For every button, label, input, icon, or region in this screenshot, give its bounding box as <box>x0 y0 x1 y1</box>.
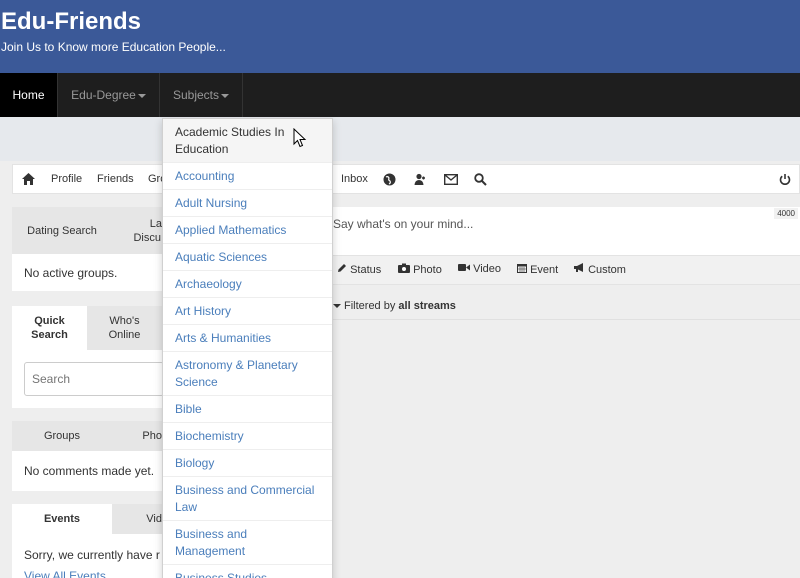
no-comments-text: No comments made yet. <box>24 464 155 478</box>
events-panel: Sorry, we currently have r View All Even… <box>12 534 162 578</box>
post-type-event-label: Event <box>530 264 559 276</box>
view-all-events-link[interactable]: View All Events <box>24 569 106 578</box>
nav-subjects-label: Subjects <box>172 88 220 102</box>
tab-latest-discussions[interactable]: Lat Discu <box>112 207 165 254</box>
pencil-icon <box>338 264 346 272</box>
comments-panel: No comments made yet. <box>12 451 162 491</box>
dropdown-item-12[interactable]: Business and Commercial Law <box>163 477 332 521</box>
dropdown-item-13[interactable]: Business and Management <box>163 521 332 565</box>
dropdown-item-10[interactable]: Biochemistry <box>163 423 332 450</box>
tab-whos-online[interactable]: Who's Online <box>87 306 162 350</box>
tab-whos-label-1: Who's <box>109 315 140 327</box>
caret-down-icon <box>221 93 230 98</box>
tab-quick-label-1: Quick <box>34 315 65 327</box>
post-type-photo[interactable]: Photo <box>398 263 442 276</box>
post-type-custom[interactable]: Custom <box>574 263 626 276</box>
tab-videos[interactable]: Vid <box>112 504 162 534</box>
status-input-box[interactable]: Say what's on your mind... 4000 <box>333 207 800 255</box>
dropdown-item-2[interactable]: Adult Nursing <box>163 190 332 217</box>
widget-tabs-groups: Groups Pho <box>12 421 162 451</box>
toolbar-friends[interactable]: Friends <box>97 165 134 193</box>
tab-photos[interactable]: Pho <box>112 421 162 451</box>
groups-panel: No active groups. <box>12 254 162 291</box>
sub-band <box>0 117 800 161</box>
dropdown-item-3[interactable]: Applied Mathematics <box>163 217 332 244</box>
globe-icon[interactable] <box>383 165 396 193</box>
divider <box>333 319 800 320</box>
tab-dating-search[interactable]: Dating Search <box>12 207 112 254</box>
status-placeholder: Say what's on your mind... <box>333 217 474 231</box>
widget-tabs-search: Quick Search Who's Online <box>12 306 162 350</box>
char-counter: 4000 <box>774 208 798 219</box>
events-empty-text: Sorry, we currently have r <box>24 548 160 562</box>
caret-down-icon <box>333 304 341 309</box>
site-header: Edu-Friends Join Us to Know more Educati… <box>0 0 800 73</box>
filter-value: all streams <box>398 300 456 312</box>
nav-edu-degree[interactable]: Edu-Degree <box>58 73 160 117</box>
dropdown-item-8[interactable]: Astronomy & Planetary Science <box>163 352 332 396</box>
toolbar-profile[interactable]: Profile <box>51 165 82 193</box>
dropdown-item-11[interactable]: Biology <box>163 450 332 477</box>
site-subtitle: Join Us to Know more Education People... <box>1 40 226 54</box>
no-groups-text: No active groups. <box>24 266 118 280</box>
dropdown-item-4[interactable]: Aquatic Sciences <box>163 244 332 271</box>
widget-tabs-dating: Dating Search Lat Discu <box>12 207 165 254</box>
site-title[interactable]: Edu-Friends <box>1 8 141 36</box>
dropdown-item-14[interactable]: Business Studies <box>163 565 332 578</box>
post-type-photo-label: Photo <box>413 264 442 276</box>
bullhorn-icon <box>574 263 583 272</box>
dropdown-item-6[interactable]: Art History <box>163 298 332 325</box>
post-type-video[interactable]: Video <box>458 263 501 275</box>
post-type-status[interactable]: Status <box>337 263 381 276</box>
post-type-event[interactable]: Event <box>517 263 558 276</box>
post-type-status-label: Status <box>350 264 382 276</box>
caret-down-icon <box>137 93 146 98</box>
post-type-video-label: Video <box>473 263 501 275</box>
tab-quick-search[interactable]: Quick Search <box>12 306 87 350</box>
dropdown-item-5[interactable]: Archaeology <box>163 271 332 298</box>
dropdown-item-7[interactable]: Arts & Humanities <box>163 325 332 352</box>
stream-filter[interactable]: Filtered by all streams <box>333 300 456 312</box>
post-type-custom-label: Custom <box>588 264 626 276</box>
tab-events[interactable]: Events <box>12 504 112 534</box>
search-icon[interactable] <box>474 165 487 193</box>
nav-edu-degree-label: Edu-Degree <box>71 88 136 102</box>
subjects-dropdown-menu: Academic Studies In Education Accounting… <box>162 118 333 578</box>
envelope-icon[interactable] <box>443 165 459 193</box>
mouse-cursor-icon <box>293 128 307 148</box>
power-icon[interactable] <box>779 165 791 193</box>
tab-latest-label-2: Discu <box>133 231 161 244</box>
home-icon[interactable] <box>22 165 35 193</box>
widget-tabs-events: Events Vid <box>12 504 162 534</box>
community-toolbar: Profile Friends Gro Inbox <box>12 164 800 194</box>
tab-groups[interactable]: Groups <box>12 421 112 451</box>
friend-request-icon[interactable] <box>413 165 426 193</box>
toolbar-inbox[interactable]: Inbox <box>341 165 368 193</box>
dropdown-item-9[interactable]: Bible <box>163 396 332 423</box>
main-navbar: Home Edu-Degree Subjects <box>0 73 800 117</box>
tab-whos-label-2: Online <box>108 329 141 341</box>
quick-search-input[interactable] <box>24 362 164 396</box>
nav-home[interactable]: Home <box>0 73 58 117</box>
tab-quick-label-2: Search <box>31 329 68 341</box>
dropdown-item-1[interactable]: Accounting <box>163 163 332 190</box>
camera-icon <box>398 263 410 273</box>
video-camera-icon <box>458 264 470 271</box>
calendar-icon <box>517 264 527 273</box>
post-type-bar: Status Photo Video Event Custom <box>333 255 800 285</box>
filter-prefix: Filtered by <box>344 300 399 312</box>
nav-subjects[interactable]: Subjects <box>160 73 243 117</box>
